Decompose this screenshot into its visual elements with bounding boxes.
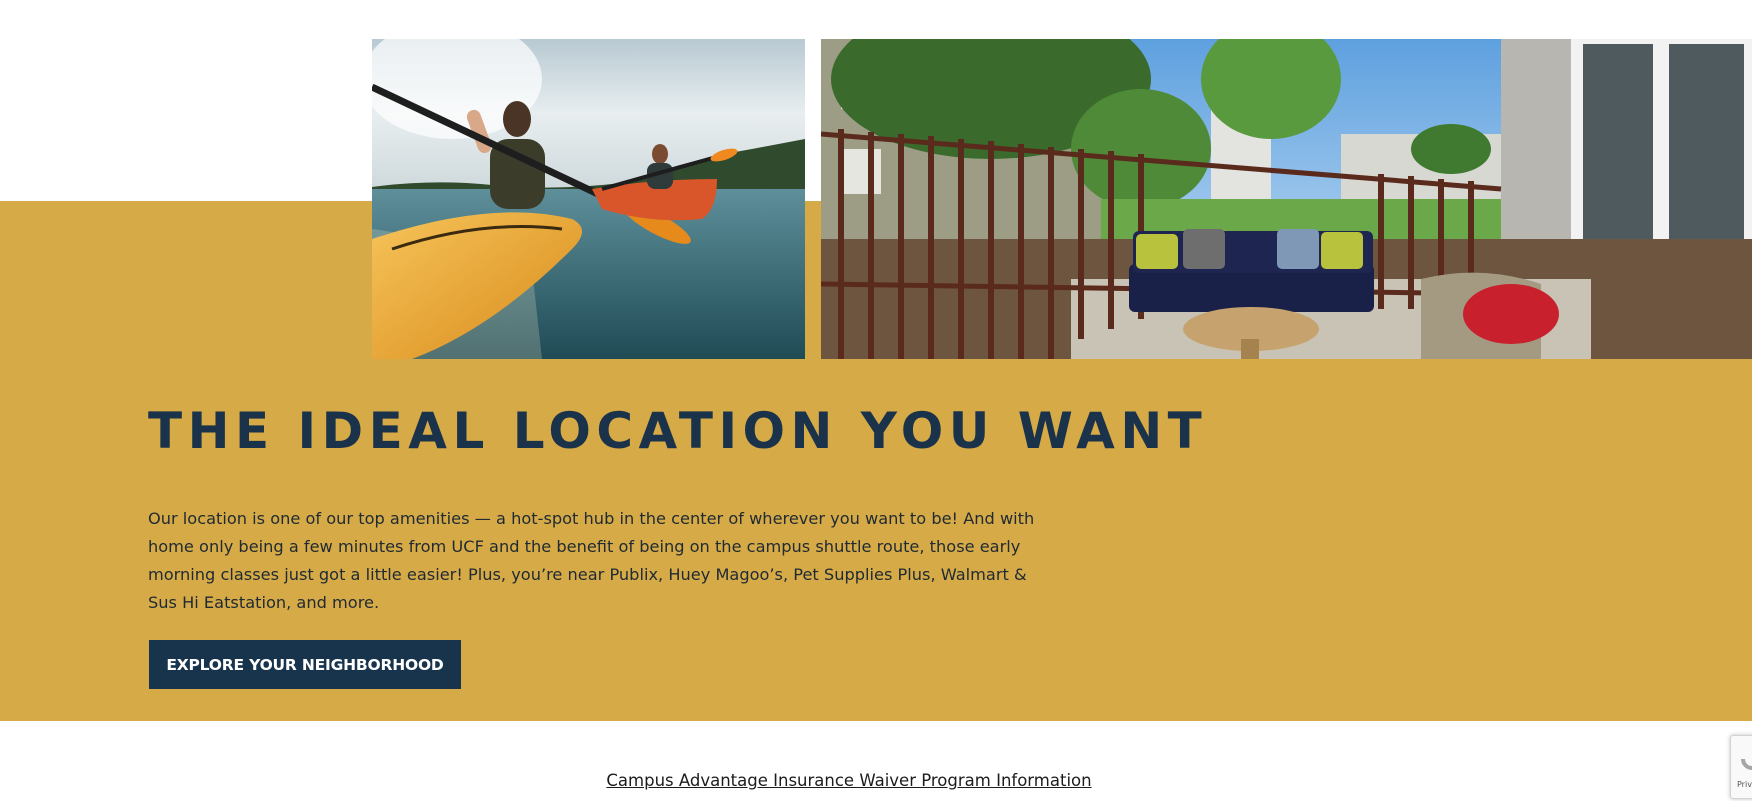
recaptcha-badge[interactable]: Priv [1730,735,1752,799]
patio-photo [821,39,1752,359]
insurance-waiver-link[interactable]: Campus Advantage Insurance Waiver Progra… [0,771,1698,790]
page: THE IDEAL LOCATION YOU WANT Our location… [0,0,1752,801]
explore-neighborhood-button[interactable]: EXPLORE YOUR NEIGHBORHOOD [149,640,461,689]
section-headline: THE IDEAL LOCATION YOU WANT [148,402,1208,460]
section-description: Our location is one of our top amenities… [148,509,1035,612]
kayaking-photo [372,39,805,359]
recaptcha-privacy-label: Priv [1737,780,1752,789]
recaptcha-icon [1741,759,1752,770]
